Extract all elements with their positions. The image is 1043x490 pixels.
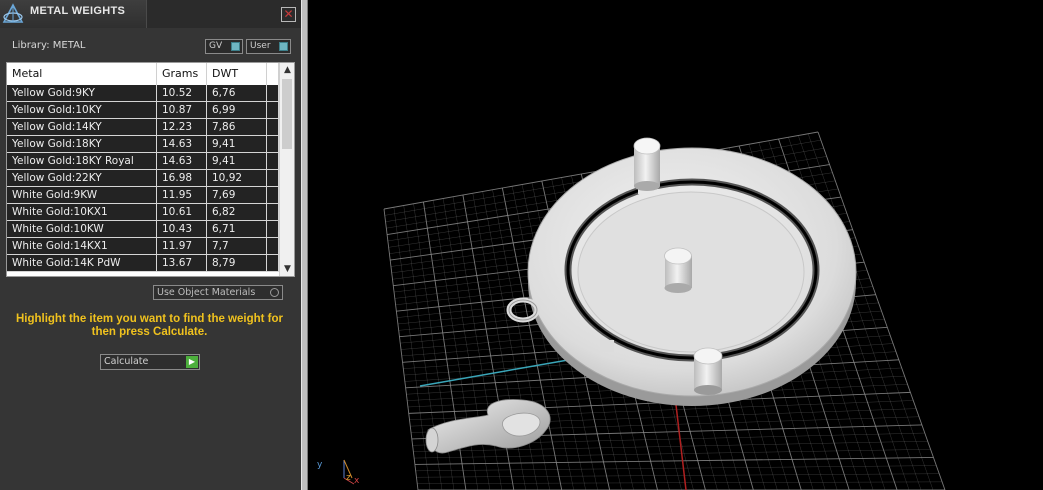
table-row[interactable]: White Gold:10KX1 10.61 6,82: [7, 204, 279, 221]
grams-cell: 12.23: [157, 119, 207, 135]
radio-icon: [270, 288, 279, 297]
grams-cell: 14.63: [157, 153, 207, 169]
dwt-cell: 6,76: [207, 85, 267, 101]
close-button[interactable]: ✕: [281, 7, 296, 22]
dwt-cell: 6,71: [207, 221, 267, 237]
user-toggle[interactable]: User: [246, 39, 291, 54]
user-toggle-label: User: [250, 41, 271, 51]
toggle-icon: [231, 42, 240, 51]
table-row[interactable]: Yellow Gold:22KY 16.98 10,92: [7, 170, 279, 187]
dwt-cell: 10,92: [207, 170, 267, 186]
table-row[interactable]: Yellow Gold:18KY 14.63 9,41: [7, 136, 279, 153]
use-object-materials-label: Use Object Materials: [157, 287, 256, 298]
table-row[interactable]: Yellow Gold:10KY 10.87 6,99: [7, 102, 279, 119]
gv-toggle[interactable]: GV: [205, 39, 243, 54]
grams-cell: 14.63: [157, 136, 207, 152]
column-header-extra: [267, 63, 279, 85]
extra-cell: [267, 255, 279, 271]
grams-cell: 10.87: [157, 102, 207, 118]
extra-cell: [267, 136, 279, 152]
column-header-grams[interactable]: Grams: [157, 63, 207, 85]
axis-z-label: z: [346, 473, 351, 483]
table-row[interactable]: Yellow Gold:9KY 10.52 6,76: [7, 85, 279, 102]
play-arrow-icon: ▶: [186, 356, 198, 368]
table-row[interactable]: White Gold:9KW 11.95 7,69: [7, 187, 279, 204]
3d-viewport[interactable]: y z x: [308, 0, 1043, 490]
table-row[interactable]: Yellow Gold:14KY 12.23 7,86: [7, 119, 279, 136]
table-row[interactable]: White Gold:14K PdW 13.67 8,79: [7, 255, 279, 272]
dwt-cell: 9,41: [207, 153, 267, 169]
metal-name-cell: White Gold:10KX1: [7, 204, 157, 220]
calculate-label: Calculate: [104, 356, 149, 367]
axis-x-label: x: [354, 476, 360, 486]
viewport-canvas: [343, 131, 946, 490]
pendant-model[interactable]: [506, 137, 857, 406]
table-scrollbar[interactable]: ▲ ▼: [279, 63, 294, 276]
axis-y-label: y: [317, 460, 323, 470]
grid-line: [414, 449, 931, 459]
table-header: Metal Grams DWT: [7, 63, 279, 85]
column-header-dwt[interactable]: DWT: [207, 63, 267, 85]
library-label: Library: METAL: [12, 40, 86, 51]
column-header-metal[interactable]: Metal: [7, 63, 157, 85]
dwt-cell: 7,7: [207, 238, 267, 254]
table-row[interactable]: White Gold:14KX1 11.97 7,7: [7, 238, 279, 255]
extra-cell: [267, 170, 279, 186]
grams-cell: 11.97: [157, 238, 207, 254]
grams-cell: 10.43: [157, 221, 207, 237]
grams-cell: 10.52: [157, 85, 207, 101]
scroll-down-icon[interactable]: ▼: [280, 262, 294, 276]
app-logo-icon: [2, 3, 24, 23]
panel-title-tab[interactable]: METAL WEIGHTS: [0, 0, 147, 28]
extra-cell: [267, 221, 279, 237]
dwt-cell: 7,69: [207, 187, 267, 203]
dwt-cell: 6,99: [207, 102, 267, 118]
panel-splitter[interactable]: [301, 0, 308, 490]
dwt-cell: 9,41: [207, 136, 267, 152]
y-axis-line: [675, 404, 687, 490]
table-body: Yellow Gold:9KY 10.52 6,76 Yellow Gold:10KY…: [7, 85, 279, 272]
extra-cell: [267, 204, 279, 220]
grid-line: [416, 473, 940, 478]
metal-name-cell: White Gold:14KX1: [7, 238, 157, 254]
bail-model[interactable]: [425, 399, 551, 454]
grams-cell: 11.95: [157, 187, 207, 203]
dwt-cell: 8,79: [207, 255, 267, 271]
instructions-text: Highlight the item you want to find the …: [15, 313, 284, 338]
gv-toggle-label: GV: [209, 41, 223, 51]
extra-cell: [267, 119, 279, 135]
metal-name-cell: White Gold:10KW: [7, 221, 157, 237]
scroll-thumb[interactable]: [282, 79, 292, 149]
extra-cell: [267, 187, 279, 203]
extra-cell: [267, 85, 279, 101]
dwt-cell: 6,82: [207, 204, 267, 220]
panel-titlebar: METAL WEIGHTS ✕: [0, 0, 301, 28]
grid-line: [415, 465, 937, 472]
extra-cell: [267, 102, 279, 118]
metal-name-cell: Yellow Gold:9KY: [7, 85, 157, 101]
metal-name-cell: Yellow Gold:18KY: [7, 136, 157, 152]
grid-line: [414, 457, 934, 465]
metal-name-cell: Yellow Gold:22KY: [7, 170, 157, 186]
grams-cell: 10.61: [157, 204, 207, 220]
metal-name-cell: White Gold:9KW: [7, 187, 157, 203]
table-row[interactable]: White Gold:10KW 10.43 6,71: [7, 221, 279, 238]
metal-weights-panel: METAL WEIGHTS ✕ Library: METAL GV User M…: [0, 0, 301, 490]
extra-cell: [267, 153, 279, 169]
metal-table: Metal Grams DWT Yellow Gold:9KY 10.52 6,76…: [6, 62, 295, 277]
metal-name-cell: Yellow Gold:14KY: [7, 119, 157, 135]
dwt-cell: 7,86: [207, 119, 267, 135]
metal-name-cell: White Gold:14K PdW: [7, 255, 157, 271]
panel-title: METAL WEIGHTS: [30, 5, 126, 17]
toggle-icon: [279, 42, 288, 51]
metal-name-cell: Yellow Gold:18KY Royal: [7, 153, 157, 169]
grams-cell: 16.98: [157, 170, 207, 186]
scroll-up-icon[interactable]: ▲: [280, 63, 294, 77]
calculate-button[interactable]: Calculate ▶: [100, 354, 200, 370]
table-row[interactable]: Yellow Gold:18KY Royal 14.63 9,41: [7, 153, 279, 170]
use-object-materials-option[interactable]: Use Object Materials: [153, 285, 283, 300]
extra-cell: [267, 238, 279, 254]
grams-cell: 13.67: [157, 255, 207, 271]
metal-name-cell: Yellow Gold:10KY: [7, 102, 157, 118]
